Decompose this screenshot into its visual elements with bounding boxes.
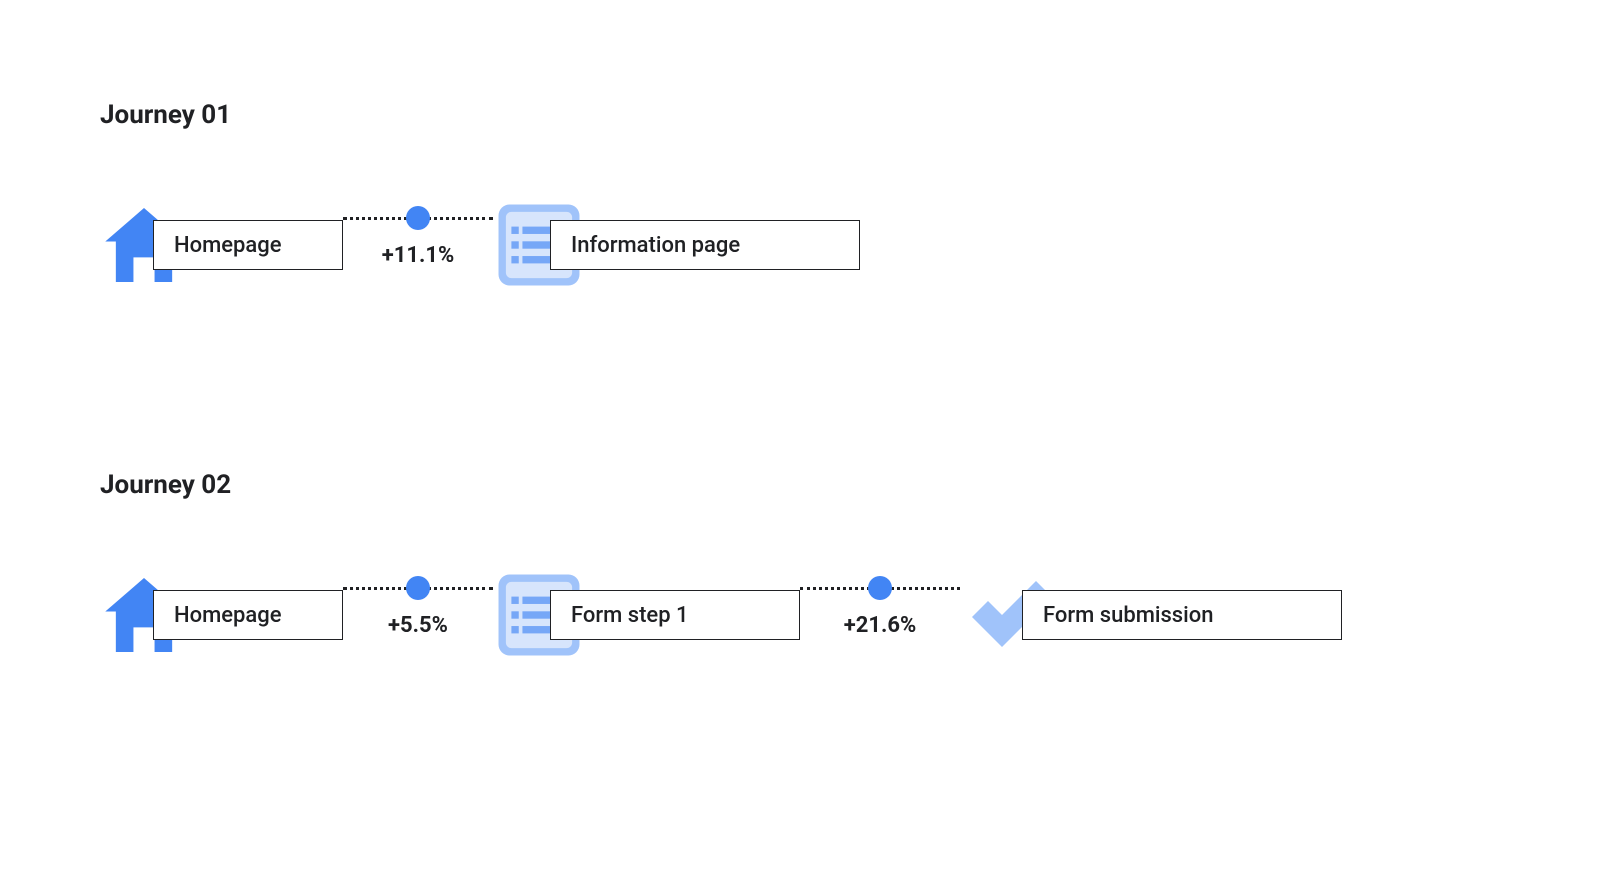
connector-dot [868,576,892,600]
step-label-form-step-1: Form step 1 [550,590,800,640]
step-label-information-page: Information page [550,220,860,270]
journey-flow: Homepage +11.1% Information page [100,190,1601,300]
step-label-homepage: Homepage [153,590,343,640]
journey-01: Journey 01 Homepage +11.1% [100,100,1601,300]
journey-title: Journey 02 [100,470,1601,500]
step-label-text: Form step 1 [571,603,689,628]
step-label-text: Form submission [1043,603,1213,628]
journey-title: Journey 01 [100,100,1601,130]
step-label-homepage: Homepage [153,220,343,270]
transition-connector: +11.1% [343,215,493,275]
step-label-text: Homepage [174,233,282,258]
journey-flow: Homepage +5.5% Form step 1 [100,560,1601,670]
connector-dot [406,206,430,230]
step-label-form-submission: Form submission [1022,590,1342,640]
transition-connector: +21.6% [800,585,960,645]
transition-percentage: +11.1% [382,243,455,268]
transition-percentage: +21.6% [844,613,917,638]
transition-connector: +5.5% [343,585,493,645]
step-label-text: Information page [571,233,740,258]
step-label-text: Homepage [174,603,282,628]
connector-dot [406,576,430,600]
journey-02: Journey 02 Homepage +5.5% [100,470,1601,670]
transition-percentage: +5.5% [388,613,448,638]
